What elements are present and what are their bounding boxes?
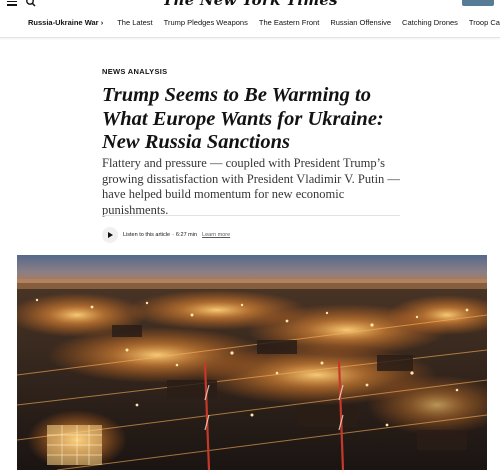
divider bbox=[102, 215, 400, 216]
play-icon bbox=[108, 232, 113, 238]
article-headline: Trump Seems to Be Warming to What Europe… bbox=[102, 84, 384, 153]
listen-separator: · bbox=[172, 232, 174, 238]
nav-item-trump-pledges-weapons[interactable]: Trump Pledges Weapons bbox=[164, 18, 248, 27]
article-kicker: NEWS ANALYSIS bbox=[102, 67, 168, 76]
chevron-right-icon: › bbox=[100, 18, 104, 27]
nav-item-catching-drones[interactable]: Catching Drones bbox=[402, 18, 458, 27]
lead-photo bbox=[17, 255, 487, 470]
article-summary: Flattery and pressure — coupled with Pre… bbox=[102, 156, 400, 217]
nav-section-russia-ukraine-war[interactable]: Russia-Ukraine War › bbox=[0, 18, 109, 27]
nav-item-the-eastern-front[interactable]: The Eastern Front bbox=[259, 18, 319, 27]
listen-label[interactable]: Listen to this article bbox=[123, 232, 170, 238]
learn-more-link[interactable]: Learn more bbox=[202, 232, 230, 238]
section-nav: Russia-Ukraine War › The Latest Trump Pl… bbox=[0, 8, 500, 38]
nav-item-the-latest[interactable]: The Latest bbox=[117, 18, 152, 27]
nav-item-troop-casualties[interactable]: Troop Casualties bbox=[469, 18, 500, 27]
play-button[interactable] bbox=[102, 227, 118, 243]
account-button[interactable] bbox=[462, 0, 494, 6]
listen-duration: 6:27 min bbox=[175, 232, 198, 238]
nav-item-russian-offensive[interactable]: Russian Offensive bbox=[330, 18, 391, 27]
listen-bar: Listen to this article · 6:27 min Learn … bbox=[102, 227, 230, 243]
masthead: The New York Times bbox=[0, 0, 500, 9]
nav-section-label: Russia-Ukraine War bbox=[28, 18, 99, 27]
